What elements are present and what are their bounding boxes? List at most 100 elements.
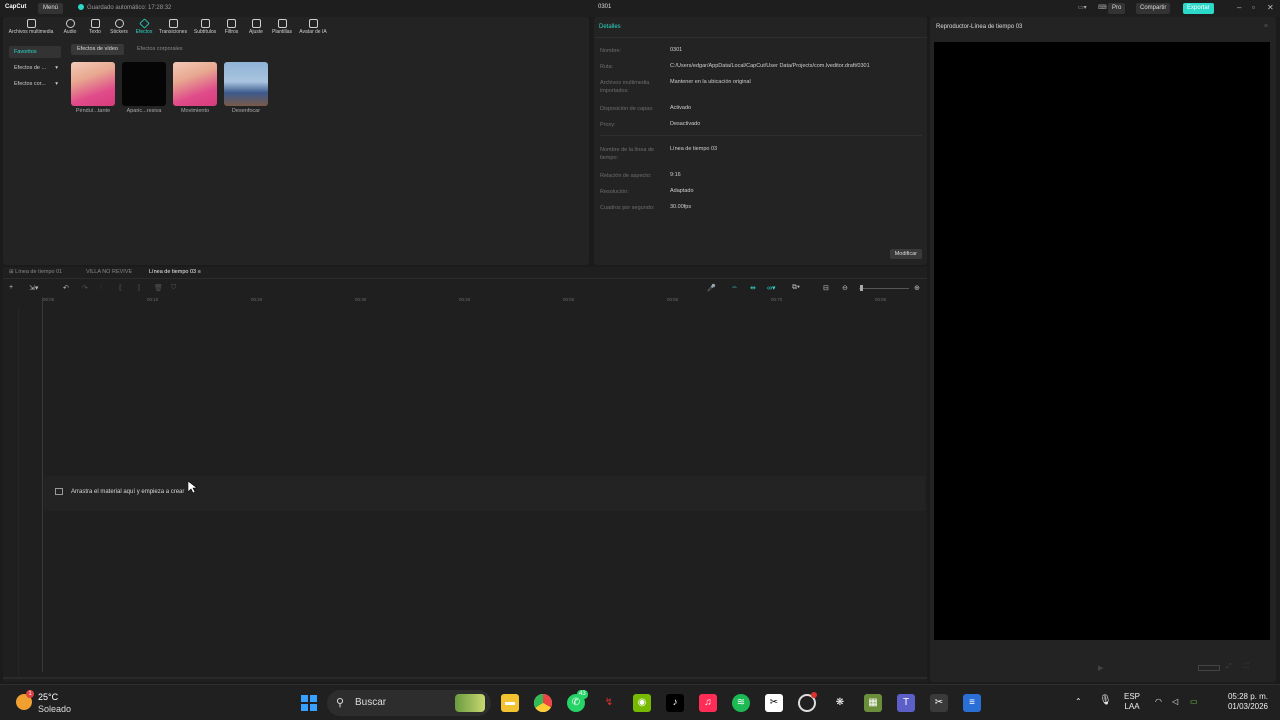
tab-ai-avatar[interactable]: Avatar de IA — [297, 19, 329, 35]
tab-transitions[interactable]: Transiciones — [158, 19, 188, 35]
spotify-icon[interactable]: ≋ — [732, 694, 750, 712]
ruler-tick: 00:30 — [355, 297, 367, 302]
split-icon[interactable]: ⫶ — [100, 284, 102, 292]
undo-icon[interactable]: ↶ — [63, 284, 69, 292]
sidebar-label: Favoritos — [14, 49, 37, 55]
link-main-track-icon[interactable]: ⇔ — [731, 284, 738, 291]
ruler-tick: 00:40 — [459, 297, 471, 302]
timeline-scrollbar[interactable] — [3, 677, 927, 679]
menu-icon[interactable]: ≡ — [1264, 23, 1268, 30]
autosave-label: Guardado automático: 17:28:32 — [87, 5, 172, 11]
sidebar-item-body-effects[interactable]: Efectos cor... ▾ — [9, 78, 61, 90]
music-icon[interactable]: ♫ — [699, 694, 717, 712]
tab-stickers[interactable]: Stickers — [108, 19, 130, 35]
capcut-active-icon[interactable]: ✂ — [930, 694, 948, 712]
effect-thumbnail[interactable] — [71, 62, 115, 106]
minimize-icon[interactable]: – — [1237, 3, 1241, 12]
taskbar-search[interactable]: ⚲ Buscar — [327, 690, 491, 716]
tab-audio[interactable]: Audio — [62, 19, 78, 35]
detail-key: Nombre de la línea de tiempo: — [600, 147, 655, 161]
wifi-icon[interactable]: ◠ — [1155, 697, 1162, 707]
effect-thumbnail[interactable] — [173, 62, 217, 106]
share-button[interactable]: Compartir — [1136, 3, 1171, 14]
battery-icon[interactable]: ▭ — [1190, 697, 1198, 707]
tab-templates[interactable]: Plantillas — [270, 19, 294, 35]
zoom-slider-handle[interactable] — [860, 285, 863, 291]
volume-icon[interactable]: ◁ — [1172, 697, 1178, 707]
linkage-icon[interactable]: ∞▾ — [767, 284, 776, 292]
sidebar-item-video-effects[interactable]: Efectos de ... ▾ — [9, 62, 61, 74]
tab-filters[interactable]: Filtros — [223, 19, 240, 35]
detail-value: Adaptado — [670, 188, 694, 194]
capcut-icon[interactable]: ✂ — [765, 694, 783, 712]
fit-icon[interactable]: ⤢ — [1226, 663, 1232, 671]
menu-button[interactable]: Menú — [38, 3, 64, 14]
pill-label: Efectos corporales — [137, 46, 183, 52]
zoom-in-icon[interactable]: ⊕ — [914, 284, 920, 292]
detail-key: Archivos multimedia importados: — [600, 80, 650, 94]
chevron-up-icon[interactable]: ⌃ — [1075, 697, 1082, 707]
keyboard-label: LAA — [1124, 702, 1140, 711]
menu-icon[interactable]: ≡ — [196, 269, 201, 275]
clock[interactable]: 05:28 p. m. 01/03/2026 — [1218, 692, 1268, 712]
tiktok-icon[interactable]: ♪ — [666, 694, 684, 712]
tab-label: Línea de tiempo 01 — [15, 269, 63, 275]
effect-thumbnail[interactable] — [122, 62, 166, 106]
pro-button[interactable]: Pro — [1108, 3, 1126, 14]
select-tool-icon[interactable]: ⇲▾ — [29, 284, 38, 292]
modify-button[interactable]: Modificar — [889, 249, 922, 259]
transitions-icon — [168, 19, 178, 28]
chatgpt-icon[interactable]: ❋ — [831, 694, 849, 712]
auto-snap-icon[interactable]: ⇹ — [750, 284, 756, 292]
teams-icon[interactable]: T — [897, 694, 915, 712]
playhead[interactable] — [42, 297, 43, 672]
split-right-icon[interactable]: ⟧ — [137, 284, 140, 292]
microphone-icon[interactable]: 🎤 — [707, 284, 716, 292]
windows-start-icon[interactable] — [300, 694, 318, 712]
drop-zone[interactable]: Arrastra el material aquí y empieza a cr… — [44, 476, 925, 511]
effect-label: Movimiento — [180, 108, 210, 114]
ratio-icon[interactable] — [1198, 665, 1220, 671]
language-indicator[interactable]: ESP LAA — [1124, 692, 1140, 712]
play-icon[interactable]: ▶ — [1098, 664, 1103, 672]
detail-value: 0301 — [670, 47, 683, 53]
tab-text[interactable]: Texto — [87, 19, 103, 35]
pill-video-effects[interactable]: Efectos de vídeo — [71, 44, 124, 55]
divider — [600, 135, 922, 136]
add-icon[interactable]: + — [9, 284, 13, 291]
pill-label: Efectos de vídeo — [77, 46, 118, 52]
tab-timeline-03[interactable]: Línea de tiempo 03 ≡ — [149, 269, 201, 275]
pill-body-effects[interactable]: Efectos corporales — [131, 44, 189, 55]
tab-effects[interactable]: Efectos — [134, 18, 154, 35]
layout-icon[interactable]: ▭▾ — [1074, 3, 1091, 14]
tab-media[interactable]: Archivos multimedia — [6, 19, 56, 35]
chrome-icon[interactable] — [534, 694, 552, 712]
shield-icon[interactable]: ⛉ — [171, 284, 176, 292]
redo-icon[interactable]: ↷ — [82, 284, 88, 292]
tab-timeline-01[interactable]: ⊞ Línea de tiempo 01 — [9, 269, 62, 275]
minecraft-icon[interactable]: ▦ — [864, 694, 882, 712]
sidebar-item-favorites[interactable]: Favoritos — [9, 46, 61, 58]
file-explorer-icon[interactable]: ▬ — [501, 694, 519, 712]
preview-screen[interactable] — [934, 42, 1270, 640]
delete-icon[interactable]: 🗑 — [154, 284, 163, 292]
export-button[interactable]: Exportar — [1183, 3, 1214, 14]
zoom-out-icon[interactable]: ⊖ — [842, 284, 848, 292]
app-icon[interactable]: ↯ — [600, 694, 618, 712]
zoom-slider[interactable] — [859, 288, 909, 289]
time-ruler[interactable]: 00:00 00:10 00:20 00:30 00:40 00:50 00:6… — [3, 295, 927, 304]
effect-thumbnail[interactable] — [224, 62, 268, 106]
notepad-icon[interactable]: ≡ — [963, 694, 981, 712]
tab-adjust[interactable]: Ajuste — [247, 19, 265, 35]
maximize-icon[interactable]: ▫ — [1252, 3, 1255, 12]
chevron-down-icon: ▾ — [55, 65, 58, 71]
close-icon[interactable]: ✕ — [1267, 3, 1274, 12]
nvidia-icon[interactable]: ◉ — [633, 694, 651, 712]
fit-timeline-icon[interactable]: ⊟ — [823, 284, 829, 292]
tab-villa-no-revive[interactable]: VILLA NO REVIVE — [86, 269, 132, 275]
fullscreen-icon[interactable]: ⛶ — [1244, 663, 1249, 671]
microphone-icon[interactable]: 🎙 — [1099, 696, 1112, 706]
split-left-icon[interactable]: ⟦ — [119, 284, 122, 292]
tab-subtitles[interactable]: Subtítulos — [192, 19, 218, 35]
preview-axis-icon[interactable]: ⧉▾ — [792, 284, 800, 292]
